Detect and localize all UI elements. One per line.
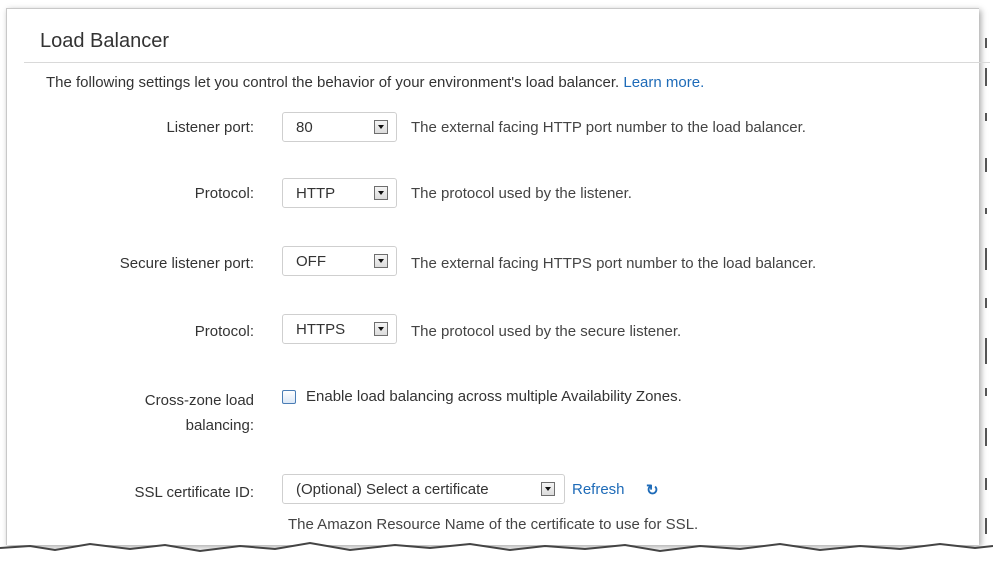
cross-zone-label-line2: balancing:	[185, 417, 254, 434]
dropdown-arrow-icon	[374, 186, 388, 200]
refresh-icon[interactable]: ↻	[646, 481, 659, 499]
dropdown-arrow-icon	[541, 482, 555, 496]
dropdown-arrow-icon	[374, 120, 388, 134]
protocol-help: The protocol used by the listener.	[411, 185, 632, 202]
secure-listener-port-help: The external facing HTTPS port number to…	[411, 255, 817, 272]
listener-port-value: 80	[296, 119, 313, 136]
title-divider	[24, 62, 990, 63]
secure-listener-port-select[interactable]: OFF	[282, 246, 397, 276]
section-title: Load Balancer	[40, 30, 169, 52]
cross-zone-label: Cross-zone load balancing:	[34, 388, 254, 438]
cross-zone-label-line1: Cross-zone load	[144, 392, 254, 409]
protocol-select[interactable]: HTTP	[282, 178, 397, 208]
protocol-label: Protocol:	[194, 185, 254, 202]
listener-port-help: The external facing HTTP port number to …	[411, 119, 806, 136]
learn-more-link[interactable]: Learn more.	[623, 74, 704, 91]
ssl-certificate-label: SSL certificate ID:	[134, 484, 255, 501]
cross-zone-checkbox-label[interactable]: Enable load balancing across multiple Av…	[306, 388, 682, 405]
ssl-certificate-value: (Optional) Select a certificate	[296, 481, 489, 498]
secure-protocol-value: HTTPS	[296, 321, 346, 338]
secure-listener-port-label: Secure listener port:	[119, 255, 254, 272]
secure-protocol-label: Protocol:	[194, 323, 254, 340]
cross-zone-checkbox[interactable]	[282, 390, 296, 404]
dropdown-arrow-icon	[374, 254, 388, 268]
listener-port-label: Listener port:	[166, 119, 254, 136]
secure-protocol-select[interactable]: HTTPS	[282, 314, 397, 344]
listener-port-select[interactable]: 80	[282, 112, 397, 142]
torn-right-edge	[982, 8, 991, 544]
ssl-certificate-help: The Amazon Resource Name of the certific…	[288, 516, 699, 533]
protocol-value: HTTP	[296, 185, 336, 202]
intro-description: The following settings let you control t…	[46, 74, 620, 91]
secure-protocol-help: The protocol used by the secure listener…	[411, 323, 682, 340]
torn-bottom-edge	[0, 541, 993, 565]
dropdown-arrow-icon	[374, 322, 388, 336]
intro-text: The following settings let you control t…	[46, 74, 704, 91]
ssl-certificate-select[interactable]: (Optional) Select a certificate	[282, 474, 565, 504]
refresh-link[interactable]: Refresh	[572, 481, 625, 498]
secure-listener-port-value: OFF	[296, 253, 326, 270]
